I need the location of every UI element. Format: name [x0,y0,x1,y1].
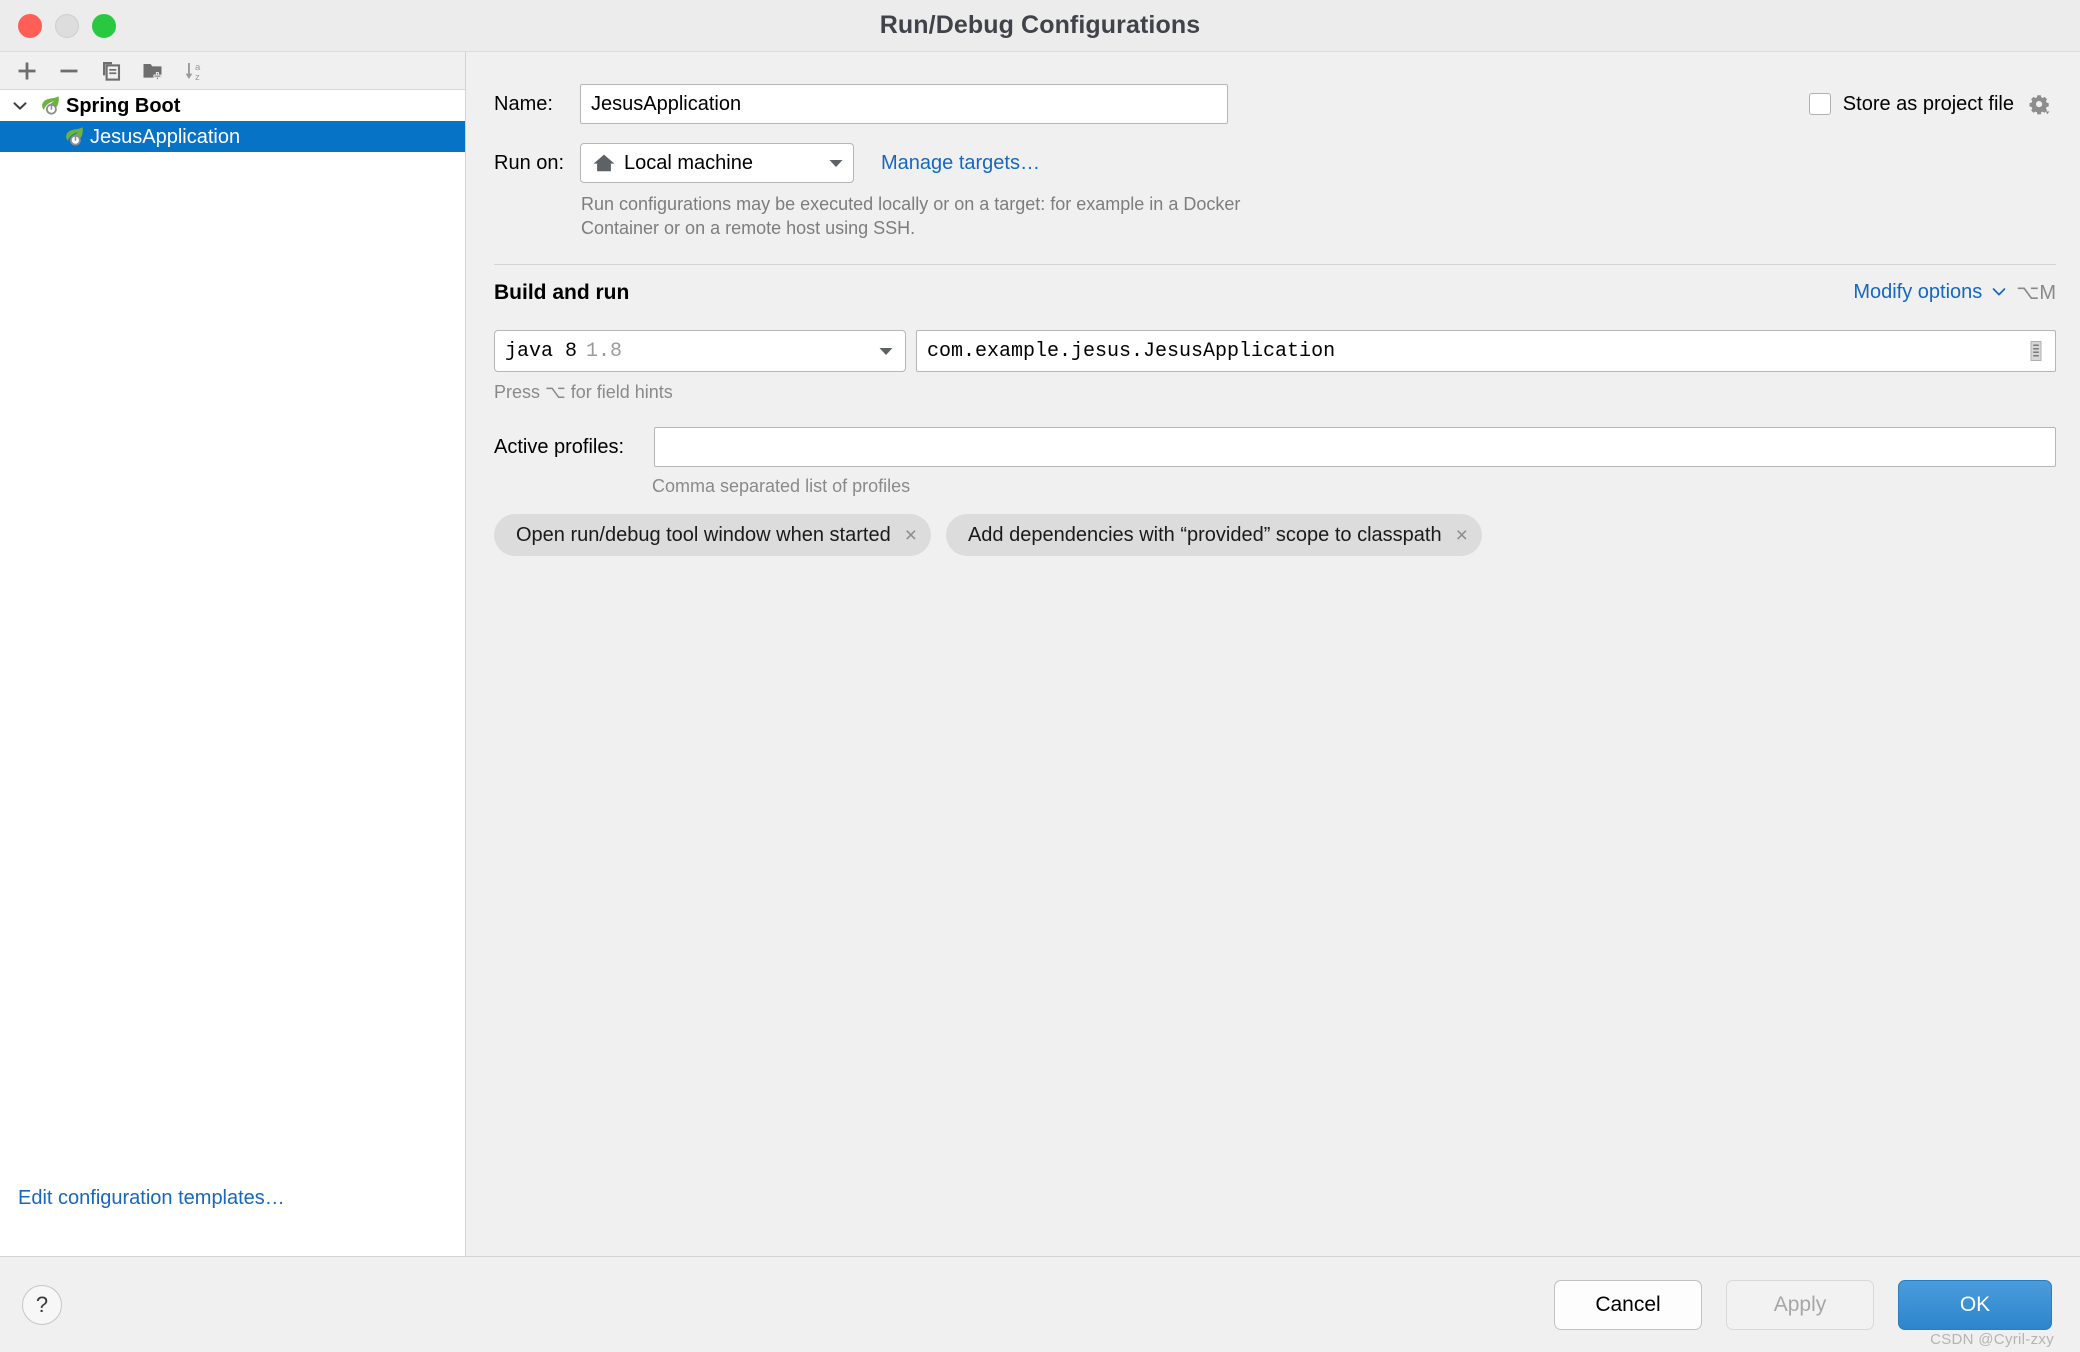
chip-open-run-debug-tool-window[interactable]: Open run/debug tool window when started … [494,514,931,556]
home-icon [591,152,617,174]
chevron-down-icon[interactable] [1991,284,2007,302]
build-and-run-title: Build and run [494,280,630,304]
gear-dropdown-icon [2029,95,2050,115]
chip-label: Open run/debug tool window when started [516,523,891,546]
dialog-actions: Cancel Apply OK [1554,1279,2052,1330]
title-bar: Run/Debug Configurations [0,0,2080,52]
tree-item-label: JesusApplication [90,125,241,148]
spring-boot-icon [60,125,86,149]
modify-options-link[interactable]: Modify options [1853,281,1982,304]
active-profiles-input[interactable] [654,427,2056,467]
build-and-run-header: Build and run Modify options ⌥M [494,280,2056,305]
watermark: CSDN @Cyril-zxy [1930,1331,2054,1348]
tree-group-label: Spring Boot [66,94,181,117]
minus-icon [60,69,78,72]
dialog-footer: ? Cancel Apply OK CSDN @Cyril-zxy [0,1256,2080,1352]
chevron-down-icon [877,345,895,357]
store-as-project-file-group: Store as project file [1808,91,2056,117]
apply-button[interactable]: Apply [1726,1279,1874,1330]
run-on-description: Run configurations may be executed local… [581,194,1241,239]
copy-icon [103,61,121,81]
modify-options-group: Modify options ⌥M [1853,280,2056,305]
run-debug-configurations-dialog: Run/Debug Configurations a z Spring Boot… [0,0,2080,1352]
name-label: Name: [494,92,553,115]
edit-configuration-templates-link[interactable]: Edit configuration templates… [18,1187,285,1210]
section-divider [494,264,2056,265]
chip-add-provided-dependencies[interactable]: Add dependencies with “provided” scope t… [945,514,1482,556]
close-icon[interactable]: × [905,525,917,546]
active-profiles-hint: Comma separated list of profiles [652,476,911,496]
help-button[interactable]: ? [22,1284,62,1325]
active-profiles-row: Active profiles: [494,427,2056,467]
folder-add-icon [143,63,162,80]
configurations-tree: Spring Boot JesusApplication [0,90,465,1256]
svg-text:z: z [195,72,200,83]
store-settings-button[interactable] [2026,91,2056,117]
window-controls [18,13,116,38]
spring-boot-icon [36,94,62,118]
active-profiles-label: Active profiles: [494,435,625,458]
add-configuration-button[interactable] [8,55,46,87]
build-row: java 8 1.8 com.example.jesus.JesusApplic… [494,330,2056,372]
dialog-title: Run/Debug Configurations [879,11,1201,39]
tree-group-spring-boot[interactable]: Spring Boot [0,90,465,121]
ok-button[interactable]: OK [1898,1279,2052,1330]
manage-targets-link[interactable]: Manage targets… [881,152,1040,175]
chevron-down-icon[interactable] [8,94,32,118]
jdk-version: 1.8 [586,339,623,363]
store-as-project-file-checkbox[interactable] [1808,93,1831,115]
name-row: Name: JesusApplication Store as project … [494,84,2056,124]
run-on-row: Run on: Local machine Manage targets… [494,143,1040,183]
minimize-window-button[interactable] [55,13,79,38]
sort-az-icon: a z [185,62,201,83]
remove-configuration-button[interactable] [50,55,88,87]
run-on-combobox[interactable]: Local machine [580,143,854,183]
dialog-body: a z Spring Boot JesusApplication Edit co… [0,52,2080,1256]
jdk-combobox[interactable]: java 8 1.8 [494,330,906,372]
list-browse-icon[interactable] [2025,338,2047,364]
close-window-button[interactable] [18,13,42,38]
new-folder-button[interactable] [134,55,172,87]
main-class-value: com.example.jesus.JesusApplication [927,339,1336,363]
jdk-name: java 8 [505,339,578,363]
options-chips: Open run/debug tool window when started … [494,514,1482,556]
chevron-down-icon [827,157,845,169]
tree-item-jesusapplication[interactable]: JesusApplication [0,121,465,152]
chip-label: Add dependencies with “provided” scope t… [967,523,1442,546]
store-as-project-file-label: Store as project file [1842,92,2014,115]
close-icon[interactable]: × [1456,525,1468,546]
configurations-sidebar: a z Spring Boot JesusApplication Edit co… [0,52,466,1256]
plus-icon [18,62,36,79]
name-input[interactable]: JesusApplication [580,84,1228,124]
copy-configuration-button[interactable] [92,55,130,87]
cancel-button[interactable]: Cancel [1554,1279,1702,1330]
run-on-value: Local machine [624,151,753,174]
run-on-label: Run on: [494,151,565,174]
main-class-input[interactable]: com.example.jesus.JesusApplication [916,330,2056,372]
field-hints-text: Press ⌥ for field hints [494,382,673,402]
sidebar-toolbar: a z [0,52,465,90]
configuration-form: Name: JesusApplication Store as project … [466,52,2080,1256]
sort-configurations-button[interactable]: a z [176,55,214,87]
modify-options-shortcut: ⌥M [2016,282,2056,304]
maximize-window-button[interactable] [92,13,116,38]
